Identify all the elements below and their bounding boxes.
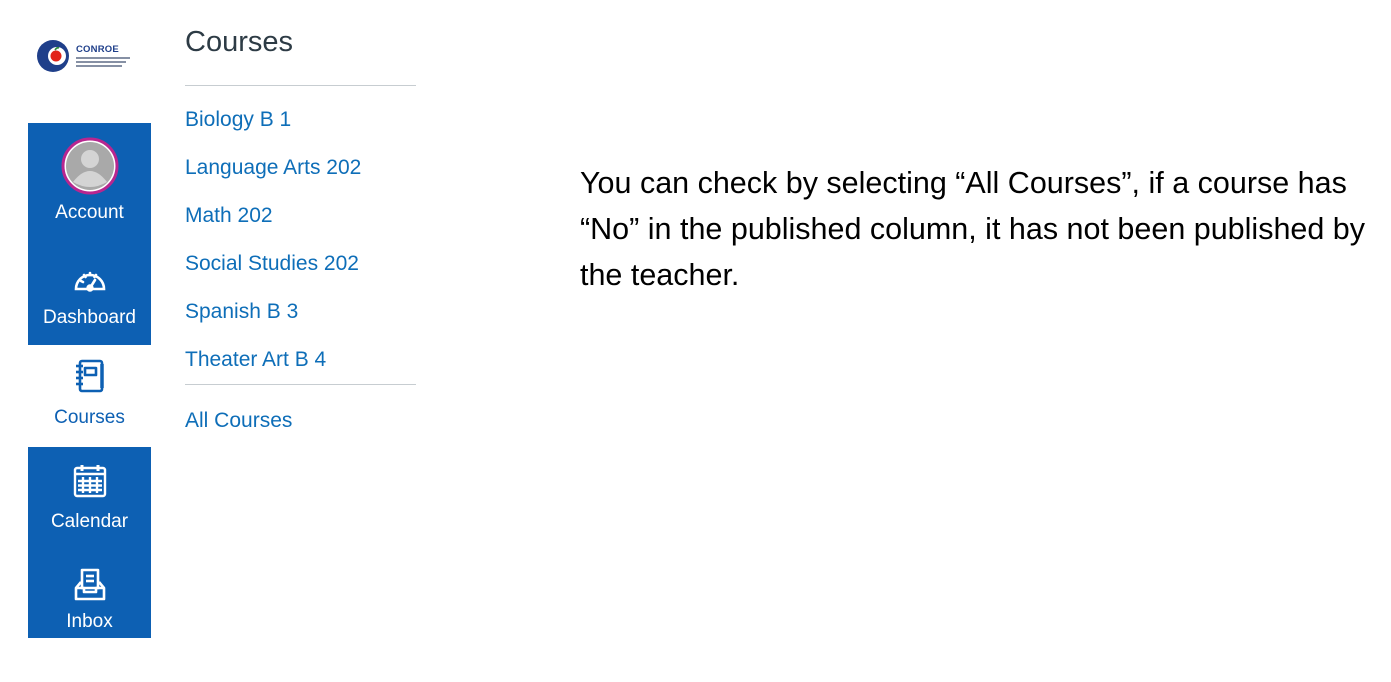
tray-divider — [185, 85, 416, 86]
nav-item-courses[interactable]: Courses — [28, 345, 151, 447]
nav-label-dashboard: Dashboard — [43, 307, 136, 328]
nav-item-calendar[interactable]: Calendar — [28, 447, 151, 552]
courses-tray: Courses Biology B 1 Language Arts 202 Ma… — [185, 20, 416, 438]
courses-book-icon — [72, 358, 108, 394]
nav-label-inbox: Inbox — [66, 611, 113, 632]
course-link[interactable]: Language Arts 202 — [185, 144, 416, 192]
logo-wordmark: CONROE — [76, 44, 119, 55]
logo-mark-icon — [37, 40, 69, 72]
course-link[interactable]: Social Studies 202 — [185, 240, 416, 288]
calendar-icon — [72, 463, 108, 499]
all-courses-link[interactable]: All Courses — [185, 404, 416, 438]
nav-label-calendar: Calendar — [50, 511, 129, 532]
tray-divider — [185, 384, 416, 385]
nav-label-account: Account — [55, 202, 124, 223]
nav-label-courses: Courses — [54, 407, 125, 428]
global-nav: Account Dashboard Courses Calendar Inbox — [28, 123, 151, 638]
course-link[interactable]: Math 202 — [185, 192, 416, 240]
course-link[interactable]: Biology B 1 — [185, 96, 416, 144]
nav-item-inbox[interactable]: Inbox — [28, 552, 151, 638]
avatar-icon — [61, 137, 119, 195]
nav-item-dashboard[interactable]: Dashboard — [28, 235, 151, 345]
course-link[interactable]: Theater Art B 4 — [185, 336, 416, 384]
dashboard-gauge-icon — [72, 263, 108, 299]
logo-text: CONROE — [76, 45, 130, 67]
instruction-text: You can check by selecting “All Courses”… — [580, 166, 1366, 292]
course-link[interactable]: Spanish B 3 — [185, 288, 416, 336]
nav-item-account[interactable]: Account — [28, 123, 151, 235]
tray-title: Courses — [185, 26, 293, 58]
course-list: Biology B 1 Language Arts 202 Math 202 S… — [185, 96, 416, 384]
inbox-icon — [73, 568, 107, 602]
district-logo[interactable]: CONROE — [36, 38, 136, 74]
